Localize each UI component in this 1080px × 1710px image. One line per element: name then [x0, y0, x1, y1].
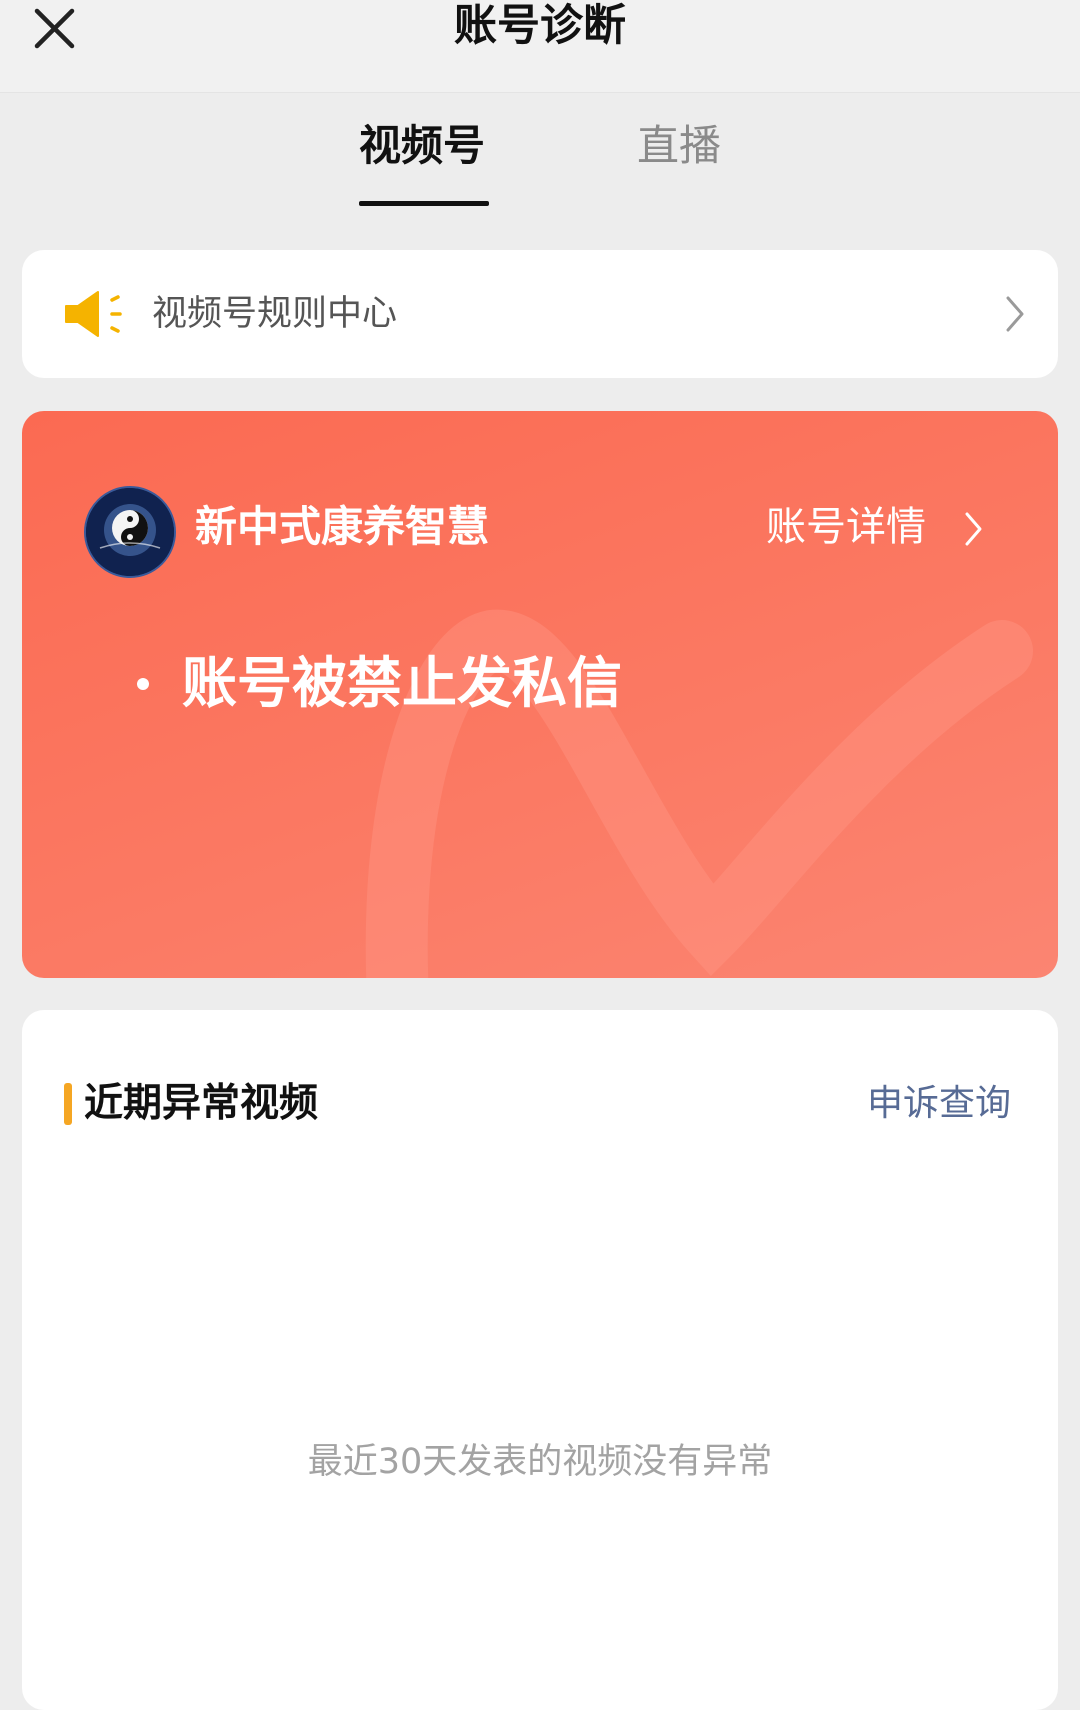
empty-state-text: 最近30天发表的视频没有异常	[307, 1442, 773, 1482]
chevron-right-icon	[1006, 296, 1024, 332]
bullet-dot	[137, 678, 149, 690]
abnormal-videos-section: 近期异常视频 申诉查询 最近30天发表的视频没有异常	[22, 1010, 1058, 1710]
active-tab-indicator	[359, 201, 489, 206]
section-title: 近期异常视频	[84, 1081, 319, 1126]
appeal-query-link[interactable]: 申诉查询	[867, 1076, 1011, 1132]
tab-bar: 视频号 直播	[0, 100, 1080, 210]
avatar[interactable]	[84, 486, 176, 578]
account-name: 新中式康养智慧	[195, 502, 490, 551]
account-status-card: 新中式康养智慧 账号详情 账号被禁止发私信	[22, 411, 1058, 978]
section-accent-bar	[64, 1083, 72, 1125]
page-title: 账号诊断	[454, 1, 626, 51]
rules-center-label: 视频号规则中心	[152, 294, 398, 334]
top-bar: 账号诊断	[0, 0, 1080, 93]
tab-live[interactable]: 直播	[624, 118, 734, 174]
account-details-link[interactable]: 账号详情	[766, 499, 926, 555]
restriction-status: 账号被禁止发私信	[182, 651, 623, 715]
chevron-right-icon	[965, 512, 982, 546]
rules-center-entry[interactable]: 视频号规则中心	[22, 250, 1058, 378]
speaker-icon	[62, 288, 126, 340]
tab-channels[interactable]: 视频号	[352, 118, 492, 174]
